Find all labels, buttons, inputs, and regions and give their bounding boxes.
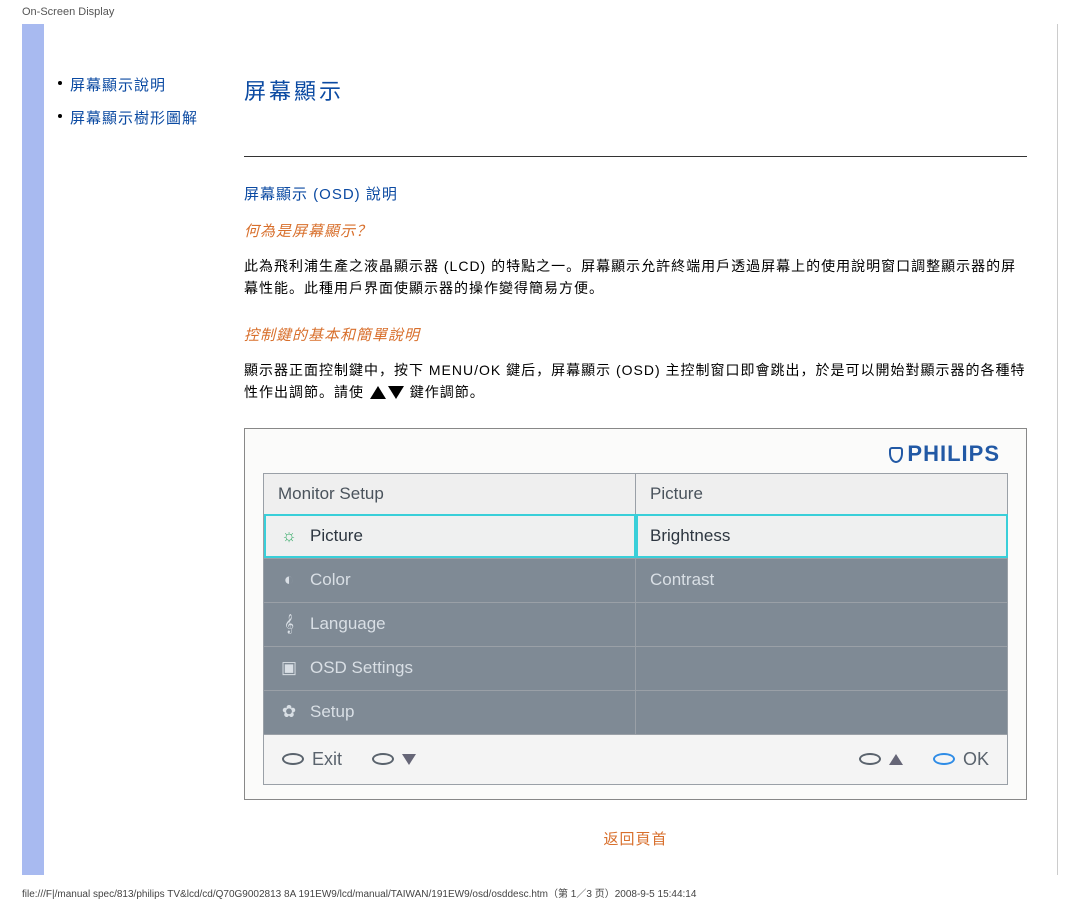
question-heading: 控制鍵的基本和簡單說明 [244, 324, 1027, 345]
ok-button-hint: OK [933, 749, 989, 770]
osd-right-item [636, 646, 1008, 690]
section-heading: 屏幕顯示 (OSD) 說明 [244, 183, 1027, 204]
back-to-top-link[interactable]: 返回頁首 [244, 828, 1027, 849]
triangle-down-icon [388, 386, 404, 399]
menu-item-icon: ✿ [278, 702, 300, 722]
divider [244, 156, 1027, 157]
ok-label: OK [963, 749, 989, 770]
oval-icon [282, 753, 304, 765]
osd-left-item: ▣ OSD Settings [264, 646, 636, 690]
brand-logo: PHILIPS [263, 441, 1008, 467]
page-container: 屏幕顯示說明 屏幕顯示樹形圖解 屏幕顯示 屏幕顯示 (OSD) 說明 何為是屏幕… [22, 24, 1058, 875]
osd-left-item: ☼ Picture [264, 514, 636, 558]
osd-menu-figure: PHILIPS Monitor Setup Picture ☼PictureBr… [244, 428, 1027, 800]
paragraph-text: 顯示器正面控制鍵中，按下 MENU/OK 鍵后，屏幕顯示 (OSD) 主控制窗口… [244, 362, 1026, 400]
exit-label: Exit [312, 749, 342, 770]
paragraph: 此為飛利浦生產之液晶顯示器 (LCD) 的特點之一。屏幕顯示允許終端用戶透過屏幕… [244, 255, 1027, 300]
col-header-picture: Picture [636, 473, 1008, 514]
osd-right-item [636, 690, 1008, 734]
sidebar-item-osd-tree[interactable]: 屏幕顯示樹形圖解 [58, 107, 234, 128]
question-heading: 何為是屏幕顯示？ [244, 220, 1027, 241]
up-button-hint [859, 749, 903, 770]
page-title: 屏幕顯示 [244, 74, 1027, 106]
osd-right-item: Brightness [636, 514, 1008, 558]
osd-right-item [636, 602, 1008, 646]
menu-item-label: Color [310, 570, 351, 589]
paragraph: 顯示器正面控制鍵中，按下 MENU/OK 鍵后，屏幕顯示 (OSD) 主控制窗口… [244, 359, 1027, 404]
left-accent-bar [22, 24, 44, 875]
menu-item-icon: ◐ [278, 570, 300, 590]
sidebar-item-label: 屏幕顯示說明 [70, 74, 166, 95]
triangle-up-icon [889, 754, 903, 765]
col-header-monitor-setup: Monitor Setup [264, 473, 636, 514]
down-button-hint [372, 749, 416, 770]
header-path: On-Screen Display [0, 0, 1080, 24]
menu-item-label: Picture [310, 526, 363, 545]
menu-item-icon: ▣ [278, 658, 300, 678]
sidebar-item-osd-description[interactable]: 屏幕顯示說明 [58, 74, 234, 95]
sidebar: 屏幕顯示說明 屏幕顯示樹形圖解 [44, 24, 244, 875]
triangle-up-icon [370, 386, 386, 399]
shield-icon [889, 447, 903, 463]
bullet-icon [58, 81, 62, 85]
main-content: 屏幕顯示 屏幕顯示 (OSD) 說明 何為是屏幕顯示？ 此為飛利浦生產之液晶顯示… [244, 24, 1058, 875]
osd-left-item: 𝄞 Language [264, 602, 636, 646]
menu-item-label: OSD Settings [310, 658, 413, 677]
osd-left-item: ◐ Color [264, 558, 636, 602]
footer-path: file:///F|/manual spec/813/philips TV&lc… [0, 875, 1080, 910]
exit-button-hint: Exit [282, 749, 342, 770]
oval-icon [933, 753, 955, 765]
menu-item-icon: ☼ [278, 526, 300, 546]
menu-item-label: Setup [310, 702, 354, 721]
triangle-down-icon [402, 754, 416, 765]
oval-icon [372, 753, 394, 765]
menu-item-label: Language [310, 614, 386, 633]
bullet-icon [58, 114, 62, 118]
brand-text: PHILIPS [907, 441, 1000, 466]
sidebar-item-label: 屏幕顯示樹形圖解 [70, 107, 198, 128]
paragraph-text: 鍵作調節。 [410, 384, 485, 400]
menu-item-icon: 𝄞 [278, 614, 300, 634]
oval-icon [859, 753, 881, 765]
osd-bottom-bar: Exit OK [263, 735, 1008, 785]
osd-right-item: Contrast [636, 558, 1008, 602]
osd-menu-table: Monitor Setup Picture ☼PictureBrightness… [263, 473, 1008, 735]
osd-left-item: ✿ Setup [264, 690, 636, 734]
